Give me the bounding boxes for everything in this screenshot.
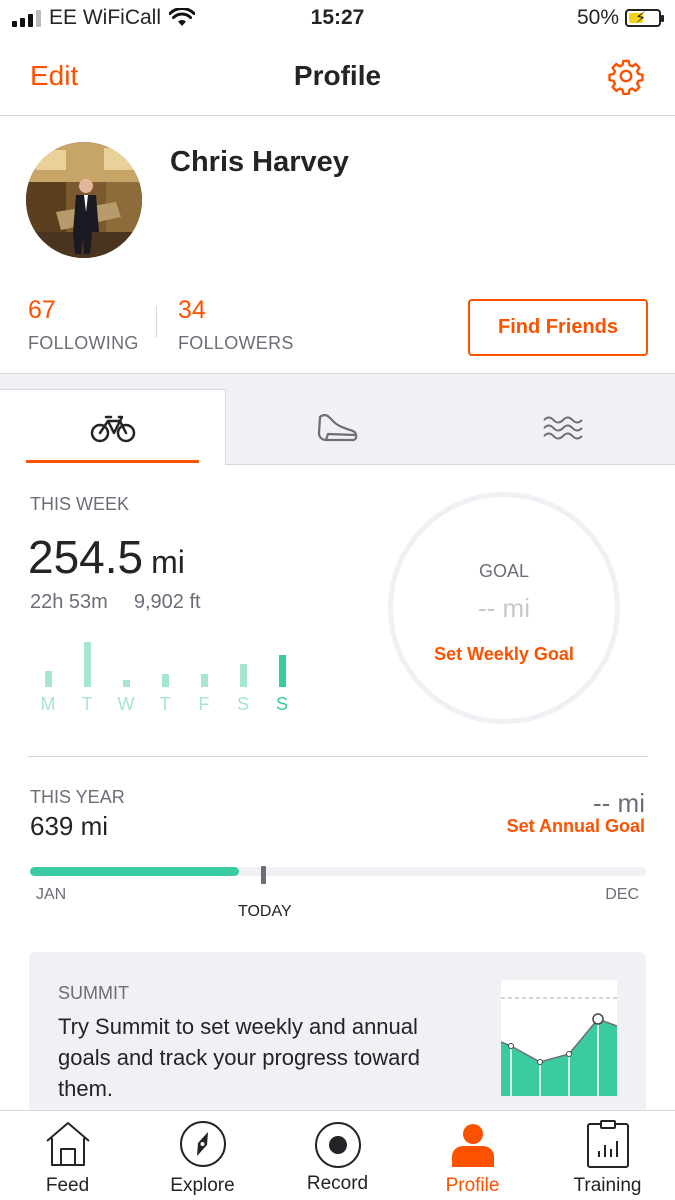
summit-chart-illustration	[501, 980, 617, 1096]
person-icon	[451, 1124, 494, 1167]
avatar-photo	[26, 142, 142, 258]
navigation-bar: Edit Profile	[0, 40, 675, 116]
tab-training[interactable]: Training	[540, 1111, 675, 1200]
annual-goal-value: -- mi	[593, 788, 645, 818]
gear-icon[interactable]	[607, 57, 645, 95]
tab-training-label: Training	[573, 1175, 642, 1196]
day-bar-fill	[122, 680, 130, 687]
day-bar: T	[69, 642, 105, 715]
stat-divider	[156, 306, 157, 338]
day-bar-fill	[200, 674, 208, 687]
tab-record-label: Record	[306, 1173, 369, 1194]
day-bar: S	[225, 664, 261, 715]
swim-icon	[542, 416, 583, 440]
tab-profile-label: Profile	[445, 1175, 500, 1196]
day-letter: M	[40, 694, 56, 714]
followers-count: 34	[178, 296, 206, 324]
weekly-goal-ring: GOAL -- mi Set Weekly Goal	[388, 492, 620, 724]
day-letter: T	[159, 694, 171, 714]
sport-tabs	[0, 373, 675, 465]
day-letter: F	[198, 694, 210, 714]
status-right: 50% ⚡	[576, 6, 664, 30]
day-bar: F	[186, 674, 222, 715]
today-marker	[261, 866, 266, 884]
tab-run[interactable]	[226, 389, 450, 465]
following-count: 67	[28, 296, 56, 324]
weekly-distance-unit: mi	[151, 544, 185, 580]
tab-record[interactable]: Record	[270, 1111, 405, 1200]
day-bar: S	[264, 655, 300, 715]
today-label: TODAY	[238, 903, 292, 920]
section-divider	[28, 756, 648, 757]
battery-percent: 50%	[576, 6, 619, 29]
bike-icon	[90, 415, 135, 442]
year-progress-track	[30, 867, 646, 876]
day-bar: T	[147, 674, 183, 715]
day-bar: W	[108, 680, 144, 715]
status-bar: EE WiFiCall 15:27 50% ⚡	[0, 0, 675, 40]
summit-label: SUMMIT	[58, 983, 129, 1003]
day-letter: T	[81, 694, 93, 714]
battery-icon: ⚡	[625, 9, 664, 27]
tab-feed[interactable]: Feed	[0, 1111, 135, 1200]
tab-feed-label: Feed	[45, 1175, 90, 1196]
year-end-label: DEC	[605, 886, 639, 903]
bottom-tab-bar: Feed Explore Record Profile Training	[0, 1110, 675, 1200]
year-start-label: JAN	[36, 886, 67, 903]
athlete-name: Chris Harvey	[170, 146, 349, 178]
day-bar-fill	[44, 671, 52, 687]
tab-explore[interactable]: Explore	[135, 1111, 270, 1200]
day-bar-fill	[278, 655, 286, 687]
find-friends-button[interactable]: Find Friends	[468, 299, 648, 356]
weekly-distance-value: 254.5	[28, 531, 144, 583]
tab-swim[interactable]	[450, 389, 675, 465]
clock: 15:27	[310, 6, 365, 29]
following-label: FOLLOWING	[28, 333, 139, 353]
day-bar-fill	[83, 642, 91, 687]
weekly-activity-chart: MTWTFSS	[30, 630, 300, 715]
clipboard-chart-icon	[586, 1120, 629, 1168]
followers-label: FOLLOWERS	[178, 333, 294, 353]
this-year-label: THIS YEAR	[30, 787, 125, 807]
shoe-icon	[317, 414, 358, 442]
tab-ride[interactable]	[0, 389, 226, 465]
weekly-time: 22h 53m	[30, 591, 108, 613]
day-bar: M	[30, 671, 66, 715]
day-letter: W	[117, 694, 135, 714]
year-progress-fill	[30, 867, 240, 876]
summit-promo-card[interactable]: SUMMIT Try Summit to set weekly and annu…	[29, 952, 646, 1132]
weekly-stats: 22h 53m 9,902 ft	[30, 591, 201, 614]
day-bar-fill	[161, 674, 169, 687]
set-annual-goal-link[interactable]: Set Annual Goal	[507, 816, 645, 837]
goal-label: GOAL	[478, 561, 530, 581]
day-letter: S	[236, 694, 249, 714]
weekly-elevation: 9,902 ft	[133, 591, 201, 613]
day-bar-fill	[239, 664, 247, 687]
tab-active-indicator	[26, 460, 199, 463]
record-icon	[314, 1122, 361, 1168]
set-weekly-goal-link[interactable]: Set Weekly Goal	[393, 644, 615, 665]
tab-profile[interactable]: Profile	[405, 1111, 540, 1200]
weekly-distance: 254.5 mi	[28, 530, 185, 584]
yearly-distance: 639 mi	[30, 811, 109, 841]
avatar[interactable]	[26, 142, 142, 258]
followers-stat[interactable]: 34 FOLLOWERS	[178, 296, 294, 354]
summit-description: Try Summit to set weekly and annual goal…	[58, 1014, 420, 1101]
this-week-label: THIS WEEK	[30, 494, 130, 514]
home-icon	[45, 1122, 90, 1166]
following-stat[interactable]: 67 FOLLOWING	[28, 296, 139, 354]
tab-explore-label: Explore	[170, 1175, 235, 1196]
page-title: Profile	[293, 60, 382, 91]
goal-value: -- mi	[478, 593, 530, 623]
compass-icon	[179, 1121, 226, 1167]
day-letter: S	[275, 694, 288, 714]
